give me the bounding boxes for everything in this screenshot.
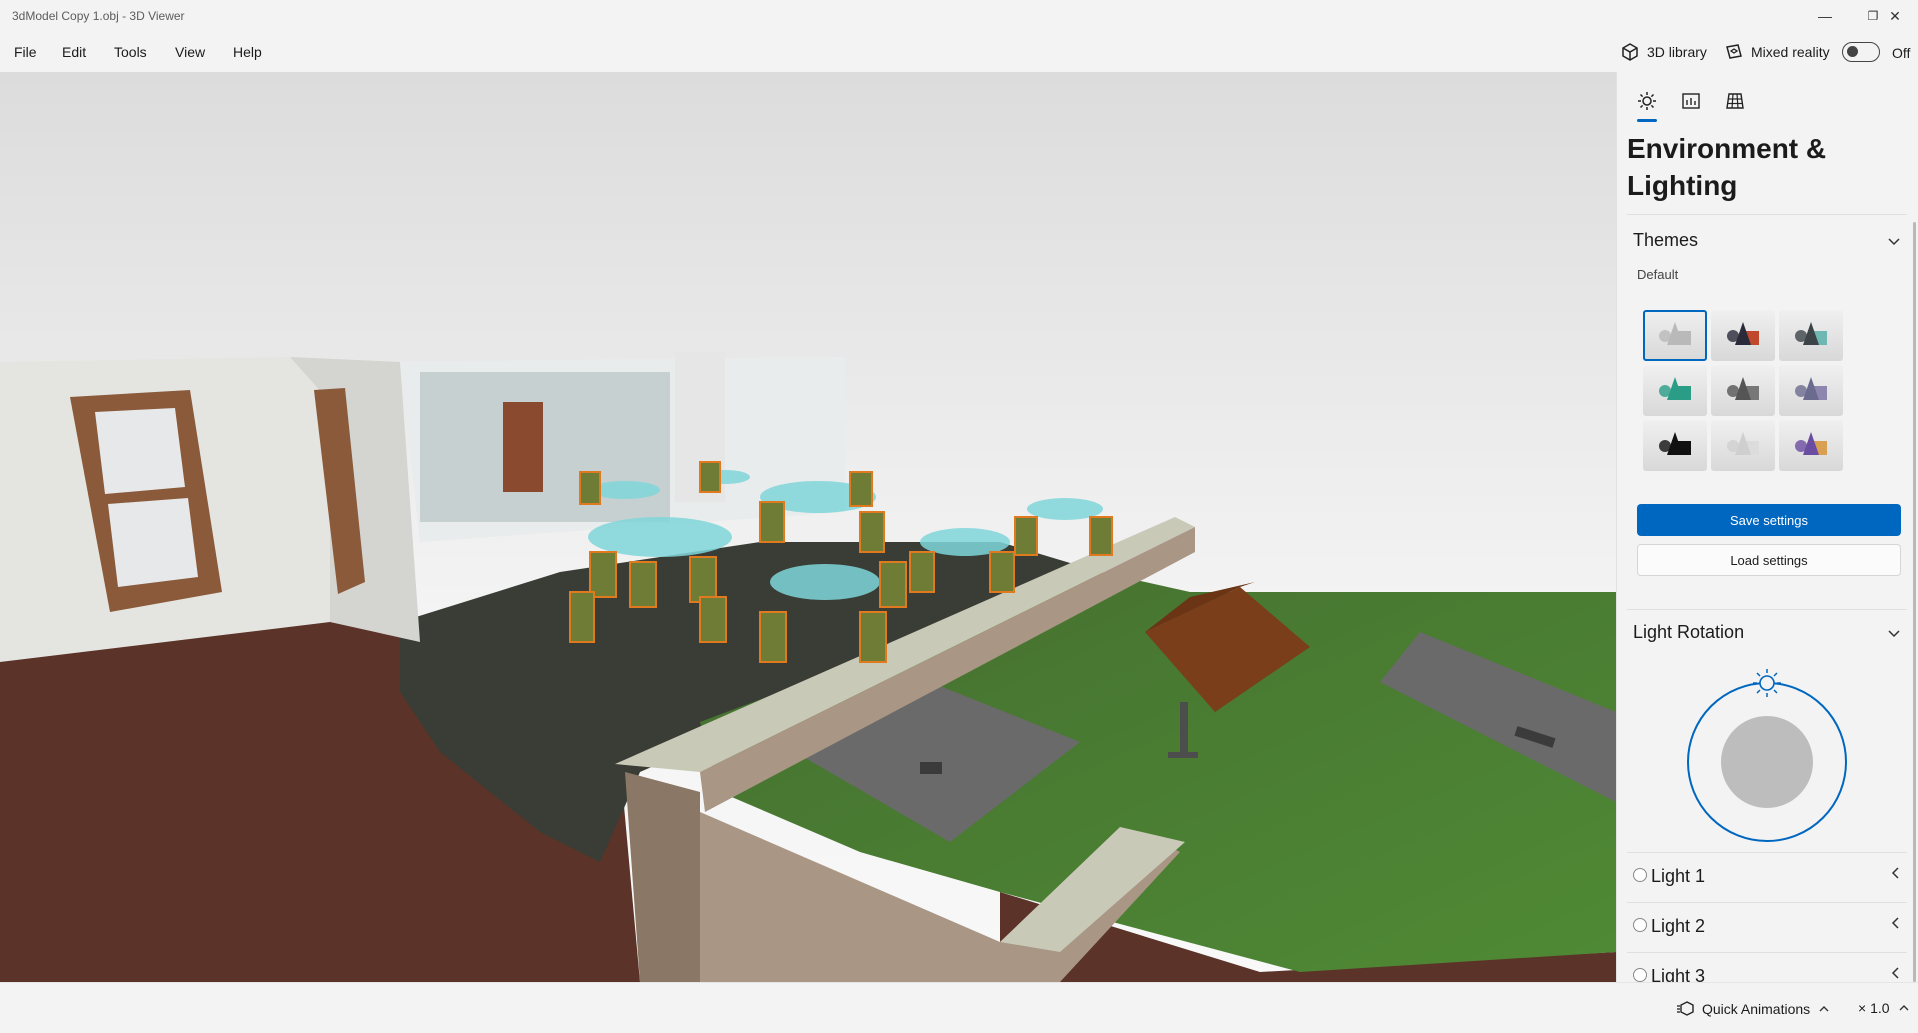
menu-tools[interactable]: Tools xyxy=(114,44,147,60)
minimize-button[interactable]: — xyxy=(1802,0,1848,32)
grid-icon xyxy=(1726,93,1744,109)
light-1-label: Light 1 xyxy=(1651,866,1706,886)
cube-icon xyxy=(1622,43,1638,61)
light-2-radio[interactable] xyxy=(1633,918,1647,932)
speed-label: × 1.0 xyxy=(1858,1000,1890,1016)
light-2-row[interactable]: Light 2 xyxy=(1627,902,1907,952)
mixed-reality-state: Off xyxy=(1892,45,1911,61)
quick-animations-label: Quick Animations xyxy=(1702,1001,1811,1017)
panel-scrollbar[interactable] xyxy=(1913,222,1916,982)
3d-viewport[interactable] xyxy=(0,72,1616,982)
3d-library-button[interactable]: 3D library xyxy=(1620,42,1707,62)
light-3-row[interactable]: Light 3 xyxy=(1627,952,1907,982)
close-button[interactable]: ✕ xyxy=(1872,0,1918,32)
chevron-down-icon[interactable] xyxy=(1887,626,1901,640)
panel-heading: Environment & Lighting xyxy=(1627,133,1827,201)
quick-animations-button[interactable]: Quick Animations xyxy=(1676,1000,1830,1018)
chevron-left-icon[interactable] xyxy=(1889,866,1903,880)
animation-icon xyxy=(1677,1001,1694,1016)
theme-swatch-3[interactable] xyxy=(1779,310,1843,361)
window-glass xyxy=(420,372,670,522)
bottom-bar: Quick Animations × 1.0 xyxy=(0,982,1918,1033)
window-title: 3dModel Copy 1.obj - 3D Viewer xyxy=(12,9,185,23)
divider xyxy=(1627,609,1907,610)
menu-edit[interactable]: Edit xyxy=(62,44,86,60)
mixed-reality-label: Mixed reality xyxy=(1751,44,1830,60)
environment-panel: Environment & Lighting Themes Default Sa… xyxy=(1616,72,1918,982)
chevron-left-icon[interactable] xyxy=(1889,916,1903,930)
chevron-up-icon xyxy=(1819,1006,1829,1012)
menu-bar: File Edit Tools View Help 3D library Mix… xyxy=(0,32,1918,72)
chevron-down-icon[interactable] xyxy=(1887,234,1901,248)
light-3-radio[interactable] xyxy=(1633,968,1647,982)
sun-icon xyxy=(1638,92,1656,110)
mixed-reality-toggle[interactable] xyxy=(1842,42,1880,62)
panel-tabs xyxy=(1625,86,1757,126)
3d-library-label: 3D library xyxy=(1647,44,1707,60)
menu-file[interactable]: File xyxy=(14,44,37,60)
light-3-label: Light 3 xyxy=(1651,966,1706,982)
save-settings-button[interactable]: Save settings xyxy=(1637,504,1901,536)
menu-help[interactable]: Help xyxy=(233,44,262,60)
theme-swatch-5[interactable] xyxy=(1711,365,1775,416)
theme-swatch-1[interactable] xyxy=(1643,310,1707,361)
theme-swatch-9[interactable] xyxy=(1779,420,1843,471)
menu-view[interactable]: View xyxy=(175,44,205,60)
divider xyxy=(1627,214,1907,215)
animation-speed-button[interactable]: × 1.0 xyxy=(1858,1000,1910,1016)
door-1-window-bottom xyxy=(108,498,198,587)
theme-swatch-8[interactable] xyxy=(1711,420,1775,471)
tab-grid[interactable] xyxy=(1713,86,1757,116)
theme-swatch-4[interactable] xyxy=(1643,365,1707,416)
light-2-label: Light 2 xyxy=(1651,916,1706,936)
themes-title[interactable]: Themes xyxy=(1633,230,1698,251)
theme-swatch-6[interactable] xyxy=(1779,365,1843,416)
door-1-window-top xyxy=(95,408,185,494)
mixed-reality-button[interactable]: Mixed reality xyxy=(1724,42,1830,62)
chevron-left-icon[interactable] xyxy=(1889,966,1903,980)
theme-selected-label: Default xyxy=(1637,267,1679,282)
mixed-reality-icon xyxy=(1726,44,1742,59)
tab-environment[interactable] xyxy=(1625,86,1669,122)
tab-stats[interactable] xyxy=(1669,86,1713,116)
title-bar: 3dModel Copy 1.obj - 3D Viewer — ❐ ✕ xyxy=(0,0,1918,32)
load-settings-button[interactable]: Load settings xyxy=(1637,544,1901,576)
3d-scene[interactable] xyxy=(0,72,1616,982)
theme-swatch-2[interactable] xyxy=(1711,310,1775,361)
chevron-up-icon xyxy=(1899,1005,1909,1011)
light-1-radio[interactable] xyxy=(1633,868,1647,882)
theme-swatch-7[interactable] xyxy=(1643,420,1707,471)
stats-icon xyxy=(1682,93,1700,109)
drain-left xyxy=(920,762,942,774)
light-rotation-title[interactable]: Light Rotation xyxy=(1633,622,1744,643)
interior-door xyxy=(503,402,543,492)
light-1-row[interactable]: Light 1 xyxy=(1627,852,1907,902)
light-rotation-dial[interactable] xyxy=(1677,662,1857,842)
toggle-knob xyxy=(1847,46,1858,57)
